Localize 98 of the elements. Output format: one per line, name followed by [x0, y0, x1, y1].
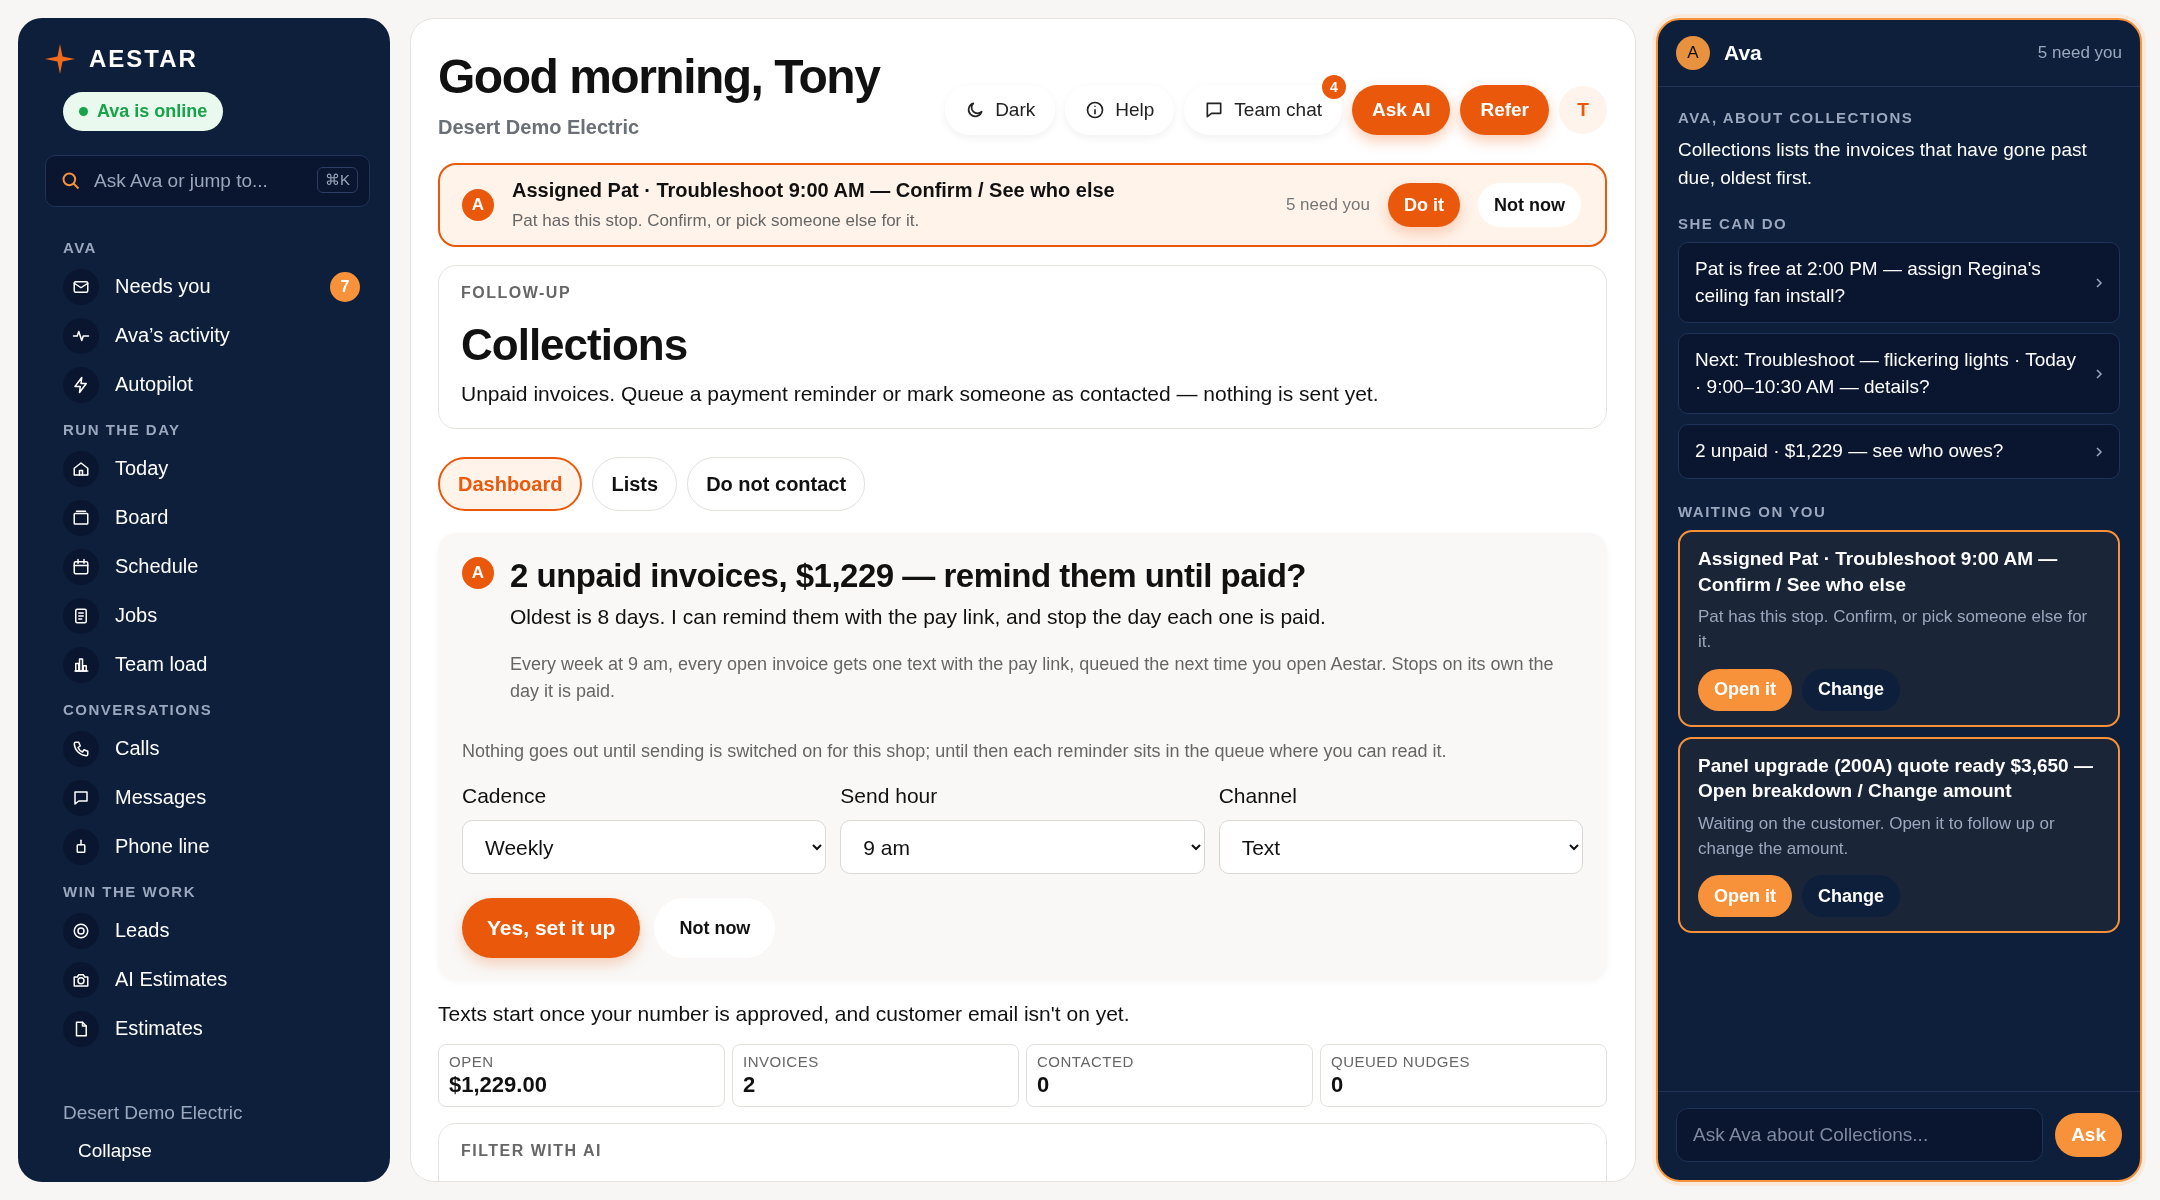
stat-label: CONTACTED [1037, 1053, 1135, 1070]
count-badge: 4 [1322, 75, 1346, 99]
action-button[interactable]: Not now [1478, 183, 1581, 227]
count-badge: 7 [330, 271, 360, 302]
section-heading: WIN THE WORK [63, 883, 197, 900]
collapse-button[interactable]: Collapse [78, 1140, 152, 1162]
action-button[interactable]: Change [1802, 875, 1900, 918]
task-text: Waiting on the customer. Open it to follow up or change the amount. [1698, 812, 2056, 860]
search-icon [61, 171, 81, 191]
nav-item[interactable]: Schedule [45, 542, 370, 591]
header-button[interactable]: Help [1065, 85, 1175, 135]
house-icon [72, 459, 90, 478]
greeting-title: Good morning, Tony [438, 49, 880, 104]
header-button[interactable]: Refer [1460, 85, 1549, 135]
info-icon [1085, 100, 1106, 120]
nav-item[interactable]: Team load [45, 640, 370, 689]
nav-item[interactable]: Messages [45, 773, 370, 822]
field-label: Channel [1218, 784, 1298, 808]
assistant-message: Collections lists the invoices that have gone past due, oldest first. [1678, 138, 2088, 190]
nav-item[interactable]: Board [45, 493, 370, 542]
alert-title: Assigned Pat · Troubleshoot 9:00 AM — Confirm / See who else [512, 179, 1116, 202]
suggestion-item[interactable]: Next: Troubleshoot — flickering lights · Today · 9:00–10:30 AM — details? [1678, 333, 2120, 415]
chevron-icon [2095, 276, 2103, 289]
section-heading: CONVERSATIONS [63, 701, 214, 718]
filter-heading: FILTER WITH AI [461, 1142, 603, 1160]
nav-item[interactable]: Needs you 7 [45, 262, 370, 311]
notice-text: Texts start once your number is approved, and customer email isn't on yet. [438, 1002, 1131, 1026]
assistant-avatar: A [1676, 36, 1710, 70]
section-heading: AVA, ABOUT COLLECTIONS [1678, 109, 1915, 126]
section-heading: AVA [63, 239, 98, 256]
stat-label: QUEUED NUDGES [1331, 1053, 1472, 1070]
brand-name: AESTAR [89, 45, 198, 73]
nav-item[interactable]: Jobs [45, 591, 370, 640]
chevron-icon [2095, 445, 2103, 458]
company-name: Desert Demo Electric [63, 1102, 244, 1124]
dropdown-field[interactable]: 9 am [840, 820, 1205, 874]
stat-label: OPEN [449, 1053, 495, 1070]
box-icon [72, 508, 90, 527]
nav-item[interactable]: Ava’s activity [45, 311, 370, 360]
tab[interactable]: Do not contact [687, 457, 866, 511]
nav-item[interactable]: Estimates [45, 1004, 370, 1053]
bar-chart-icon [72, 655, 90, 674]
lightning-icon [72, 375, 90, 394]
assistant-avatar: A [462, 189, 494, 221]
alert-text: Pat has this stop. Confirm, or pick someone else for it. [512, 211, 921, 231]
chevron-icon [2095, 367, 2103, 380]
shortcut-hint: ⌘K [317, 167, 358, 193]
suggestion-item[interactable]: Pat is free at 2:00 PM — assign Regina's ceiling fan install? [1678, 242, 2120, 324]
suggestion-subtitle: Oldest is 8 days. I can remind them with the pay link, and stop the day each one is paid. [510, 605, 1327, 629]
stat-value: 0 [1331, 1072, 1345, 1098]
stat-value: 0 [1037, 1072, 1051, 1098]
suggestion-detail: Every week at 9 am, every open invoice gets one text with the pay link, queued the next time you open Aestar. Stops on its own the day it is paid. [510, 653, 1555, 703]
stat-value: $1,229.00 [449, 1072, 548, 1098]
clipboard-icon [72, 606, 90, 625]
assistant-name: Ava [1724, 41, 1763, 65]
tab[interactable]: Lists [592, 457, 678, 511]
action-button[interactable]: Not now [654, 898, 776, 958]
nav-item[interactable]: Today [45, 444, 370, 493]
calendar-icon [72, 557, 90, 576]
online-status: Ava is online [63, 92, 224, 131]
page-description: Unpaid invoices. Queue a payment reminder or mark someone as contacted — nothing is sent yet. [461, 382, 1380, 406]
ask-field[interactable]: Ask Ava about Collections... [1676, 1108, 2044, 1162]
pending-count: 5 need you [1285, 195, 1370, 215]
assistant-avatar: A [462, 557, 494, 589]
star-logo-icon [45, 44, 75, 74]
chat-bubble-icon [1204, 100, 1225, 120]
eyebrow-label: FOLLOW-UP [461, 284, 573, 302]
chat-bubble-icon [72, 788, 90, 807]
action-button[interactable]: Yes, set it up [462, 898, 641, 958]
nav-item[interactable]: Autopilot [45, 360, 370, 409]
task-title: Assigned Pat · Troubleshoot 9:00 AM — Confirm / See who else [1698, 547, 2059, 597]
header-button[interactable]: Ask AI [1352, 85, 1451, 135]
section-heading: RUN THE DAY [63, 421, 182, 438]
header-button[interactable]: Dark [945, 85, 1056, 135]
nav-item[interactable]: Leads [45, 906, 370, 955]
stat-label: INVOICES [743, 1053, 820, 1070]
dropdown-field[interactable]: Text [1218, 820, 1583, 874]
suggestion-item[interactable]: 2 unpaid · $1,229 — see who owes? [1678, 424, 2120, 480]
section-heading: SHE CAN DO [1678, 215, 1789, 233]
action-button[interactable]: Change [1802, 668, 1900, 711]
nav-item[interactable]: AI Estimates [45, 955, 370, 1004]
stat-value: 2 [743, 1072, 757, 1098]
section-heading: WAITING ON YOU [1678, 503, 1828, 521]
sending-note: Nothing goes out until sending is switched on for this shop; until then each reminder sits in the queue where you can read it. [462, 741, 1448, 762]
task-text: Pat has this stop. Confirm, or pick someone else for it. [1698, 606, 2089, 653]
target-icon [72, 921, 90, 940]
field-label: Cadence [462, 784, 548, 808]
action-button[interactable]: Do it [1388, 183, 1460, 227]
phone-icon [72, 739, 90, 758]
company-subtitle: Desert Demo Electric [438, 116, 641, 139]
nav-item[interactable]: Phone line [45, 822, 370, 871]
dropdown-field[interactable]: Weekly [462, 820, 827, 874]
nav-item[interactable]: Calls [45, 724, 370, 773]
pending-count: 5 need you [2037, 43, 2122, 63]
page-title: Collections [461, 320, 689, 370]
task-title: Panel upgrade (200A) quote ready $3,650 — Open breakdown / Change amount [1698, 753, 2094, 804]
field-label: Send hour [840, 784, 939, 808]
suggestion-title: 2 unpaid invoices, $1,229 — remind them until paid? [510, 557, 1308, 595]
